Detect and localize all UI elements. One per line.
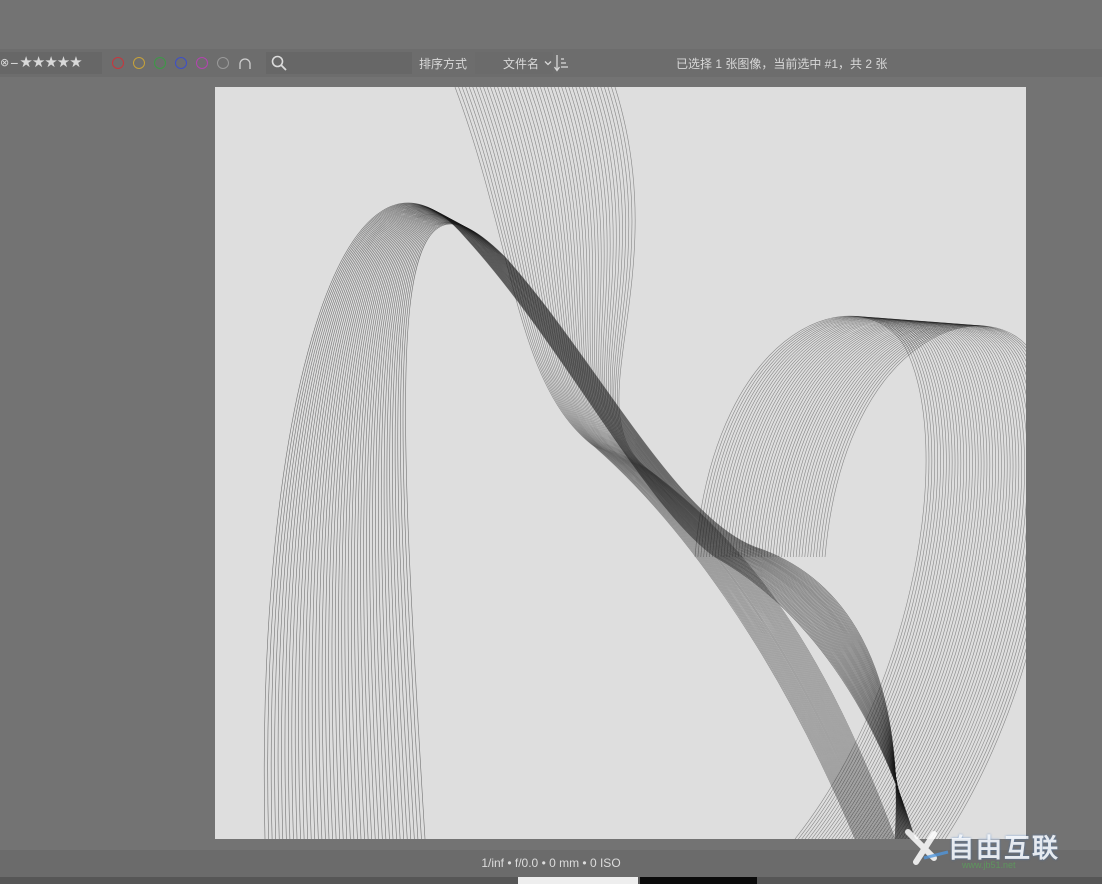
watermark: 自由互联 www.jb51.net	[904, 822, 1094, 878]
star-3-icon[interactable]: ★	[44, 52, 57, 74]
color-label-purple-icon[interactable]	[196, 57, 208, 69]
watermark-url: www.jb51.net	[962, 860, 1016, 870]
sort-descending-icon	[554, 55, 568, 72]
clear-rating-icon[interactable]: −	[10, 52, 18, 74]
reject-icon[interactable]: ⊗	[0, 52, 9, 74]
color-operator-icon[interactable]	[238, 56, 252, 70]
sort-select[interactable]: 文件名	[475, 52, 553, 74]
color-label-yellow-icon[interactable]	[133, 57, 145, 69]
filter-toolbar: ⊗ − ★ ★ ★ ★ ★ 排序方式 文件名 已选择 1 张图像，当前选中 #1…	[0, 49, 1102, 77]
watermark-logo-icon	[905, 829, 949, 865]
rating-filter[interactable]: ⊗ − ★ ★ ★ ★ ★	[0, 52, 102, 74]
search-box[interactable]	[266, 52, 412, 74]
search-input[interactable]	[291, 52, 405, 74]
star-5-icon[interactable]: ★	[69, 52, 82, 74]
color-label-gray-icon[interactable]	[217, 57, 229, 69]
preview-image	[263, 87, 1026, 839]
star-2-icon[interactable]: ★	[32, 52, 45, 74]
image-viewer[interactable]	[215, 87, 1026, 839]
color-label-red-icon[interactable]	[112, 57, 124, 69]
star-1-icon[interactable]: ★	[19, 52, 32, 74]
filmstrip-thumbnail[interactable]	[640, 877, 757, 884]
color-label-green-icon[interactable]	[154, 57, 166, 69]
filmstrip-thumbnail[interactable]	[518, 877, 638, 884]
color-label-blue-icon[interactable]	[175, 57, 187, 69]
sort-direction-button[interactable]	[554, 54, 570, 72]
chevron-down-icon	[544, 61, 552, 66]
sort-label: 排序方式	[419, 56, 468, 71]
color-label-filter	[112, 55, 252, 71]
search-icon	[271, 55, 287, 71]
sort-select-value: 文件名	[502, 56, 539, 71]
selection-status: 已选择 1 张图像，当前选中 #1，共 2 张	[676, 56, 888, 71]
star-4-icon[interactable]: ★	[57, 52, 70, 74]
app-window: ⊗ − ★ ★ ★ ★ ★ 排序方式 文件名 已选择 1 张图像，当前选中 #1…	[0, 0, 1102, 884]
